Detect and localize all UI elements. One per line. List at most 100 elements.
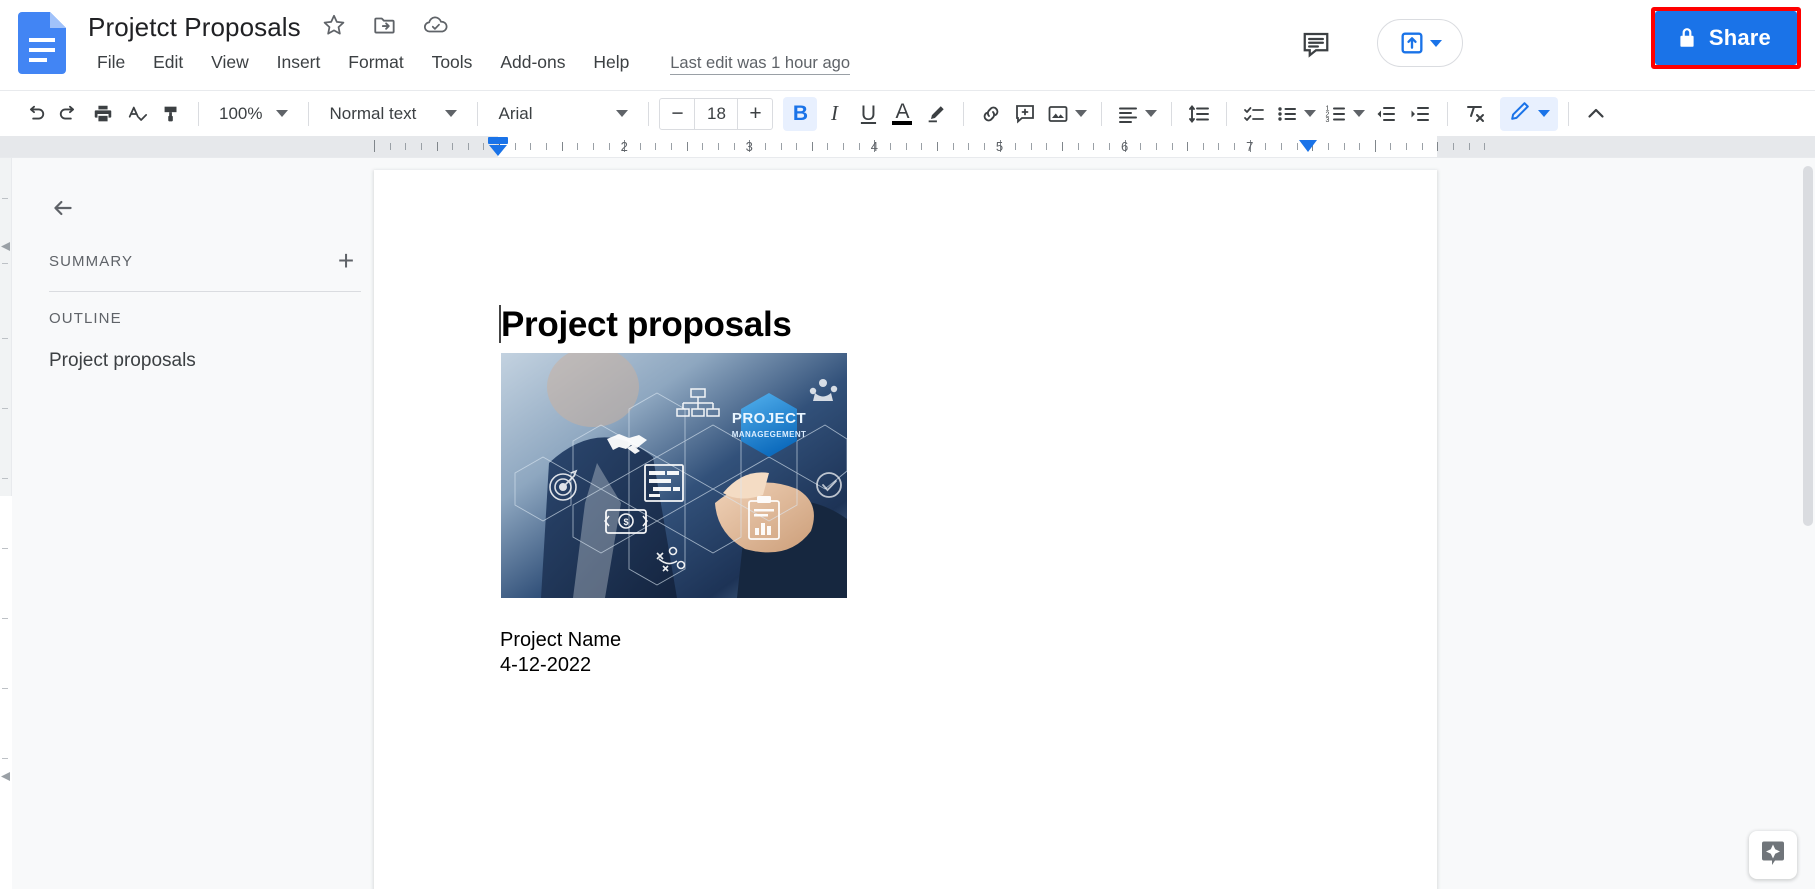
font-size-decrease-button[interactable]: −: [660, 99, 694, 129]
document-heading[interactable]: Project proposals: [501, 305, 792, 345]
move-to-folder-icon[interactable]: [372, 12, 402, 42]
ruler-tick: [702, 143, 704, 150]
increase-indent-icon[interactable]: [1403, 97, 1437, 131]
redo-icon[interactable]: [52, 97, 86, 131]
cloud-saved-icon[interactable]: [422, 12, 452, 42]
summary-label: SUMMARY: [49, 252, 134, 270]
ruler-tick: [1093, 143, 1095, 150]
menu-item-view[interactable]: View: [202, 50, 258, 75]
font-size-increase-button[interactable]: +: [738, 99, 772, 129]
line-spacing-icon[interactable]: [1182, 97, 1216, 131]
ruler-tick: [1108, 143, 1110, 150]
explore-button[interactable]: [1749, 831, 1797, 879]
chevron-down-icon: [616, 110, 629, 117]
present-upload-icon[interactable]: [1398, 29, 1426, 57]
share-button[interactable]: Share: [1654, 11, 1797, 65]
document-workspace: SUMMARY + OUTLINE Project proposals Proj…: [0, 158, 1815, 889]
numbered-list-icon[interactable]: 1 2 3: [1320, 97, 1369, 131]
add-comment-icon[interactable]: [1008, 97, 1042, 131]
chevron-down-icon[interactable]: [1430, 39, 1442, 47]
menu-item-tools[interactable]: Tools: [423, 50, 482, 75]
docs-logo-icon[interactable]: [18, 12, 66, 74]
collapse-toolbar-icon[interactable]: [1579, 97, 1613, 131]
ruler-tick: [1234, 143, 1236, 150]
ruler-tick: [1202, 143, 1204, 150]
menu-item-edit[interactable]: Edit: [144, 50, 192, 75]
clear-formatting-icon[interactable]: [1458, 97, 1492, 131]
menu-item-format[interactable]: Format: [339, 50, 412, 75]
ruler-tick: [936, 142, 938, 151]
ruler-tick: [1030, 143, 1032, 150]
document-page[interactable]: Project proposals PROJECT MANAGEGEMENT $…: [374, 170, 1437, 889]
menu-item-help[interactable]: Help: [584, 50, 638, 75]
ruler-tick: [952, 143, 954, 150]
toolbar-divider: [1226, 101, 1228, 126]
ruler-tick: [1390, 143, 1392, 150]
title-icon-group: [321, 12, 468, 42]
checklist-icon[interactable]: [1237, 97, 1271, 131]
ruler-tick: [733, 143, 735, 150]
ruler-tick: [1062, 142, 1064, 151]
lock-icon: [1677, 27, 1697, 49]
highlight-pen-icon[interactable]: [919, 97, 953, 131]
font-size-input[interactable]: 18: [694, 98, 739, 129]
add-summary-icon[interactable]: +: [331, 246, 361, 276]
font-family-selector[interactable]: Arial: [488, 97, 638, 131]
italic-button[interactable]: I: [817, 97, 851, 131]
back-arrow-icon[interactable]: [43, 188, 83, 228]
ruler-tick: [1140, 143, 1142, 150]
decrease-indent-icon[interactable]: [1369, 97, 1403, 131]
ruler-tick: [858, 143, 860, 150]
menu-item-file[interactable]: File: [88, 50, 134, 75]
ruler-tick: [780, 143, 782, 150]
present-button-group[interactable]: [1377, 19, 1463, 67]
comment-history-icon[interactable]: [1295, 22, 1339, 66]
insert-image-icon[interactable]: [1042, 97, 1091, 131]
vertical-scrollbar-thumb[interactable]: [1803, 166, 1813, 526]
ruler-tick: [1265, 143, 1267, 150]
menu-item-insert[interactable]: Insert: [268, 50, 330, 75]
spellcheck-icon[interactable]: [120, 97, 154, 131]
underline-button[interactable]: U: [851, 97, 885, 131]
print-icon[interactable]: [86, 97, 120, 131]
ruler-tick: [1280, 143, 1282, 150]
bottom-margin-marker[interactable]: [1, 768, 10, 781]
document-title[interactable]: Projetct Proposals: [88, 10, 301, 44]
menu-bar: File Edit View Insert Format Tools Add-o…: [88, 50, 851, 75]
google-docs-window: Projetct Proposals File Edit View Insert…: [0, 0, 1815, 889]
toolbar-divider: [1568, 101, 1570, 126]
undo-icon[interactable]: [18, 97, 52, 131]
menu-item-addons[interactable]: Add-ons: [491, 50, 574, 75]
bold-button[interactable]: B: [783, 96, 818, 131]
toolbar-divider: [963, 101, 965, 126]
paint-format-icon[interactable]: [154, 97, 188, 131]
bulleted-list-icon[interactable]: [1271, 97, 1320, 131]
document-paragraph[interactable]: Project Name 4-12-2022: [500, 628, 621, 678]
star-icon[interactable]: [321, 12, 351, 42]
vertical-ruler[interactable]: [0, 158, 12, 889]
ruler-number: 3: [745, 139, 753, 154]
top-margin-marker[interactable]: [1, 238, 10, 251]
ruler-tick: [796, 143, 798, 150]
editing-mode-selector[interactable]: [1500, 96, 1559, 131]
right-indent-marker[interactable]: [1299, 140, 1317, 152]
vertical-scrollbar[interactable]: [1801, 158, 1815, 889]
project-management-photo[interactable]: PROJECT MANAGEGEMENT $: [501, 353, 847, 598]
text-align-icon[interactable]: [1112, 97, 1161, 131]
ruler-number: 6: [1120, 139, 1129, 154]
explore-sparkle-icon: [1758, 838, 1788, 873]
ruler-number: 5: [995, 139, 1004, 154]
outline-panel: SUMMARY + OUTLINE Project proposals: [13, 158, 431, 889]
paragraph-style-selector[interactable]: Normal text: [319, 97, 467, 131]
outline-item-project-proposals[interactable]: Project proposals: [49, 350, 196, 372]
share-button-label: Share: [1708, 25, 1771, 50]
share-highlight-box: Share: [1650, 7, 1801, 69]
ruler-tick: [1484, 143, 1486, 150]
toolbar-divider: [198, 101, 199, 126]
zoom-selector[interactable]: 100%: [209, 97, 298, 131]
text-color-button[interactable]: A: [885, 97, 919, 131]
last-edit-link[interactable]: Last edit was 1 hour ago: [670, 54, 851, 75]
insert-link-icon[interactable]: [974, 97, 1008, 131]
horizontal-ruler[interactable]: 1234567: [0, 136, 1815, 158]
ruler-tick: [483, 143, 485, 150]
